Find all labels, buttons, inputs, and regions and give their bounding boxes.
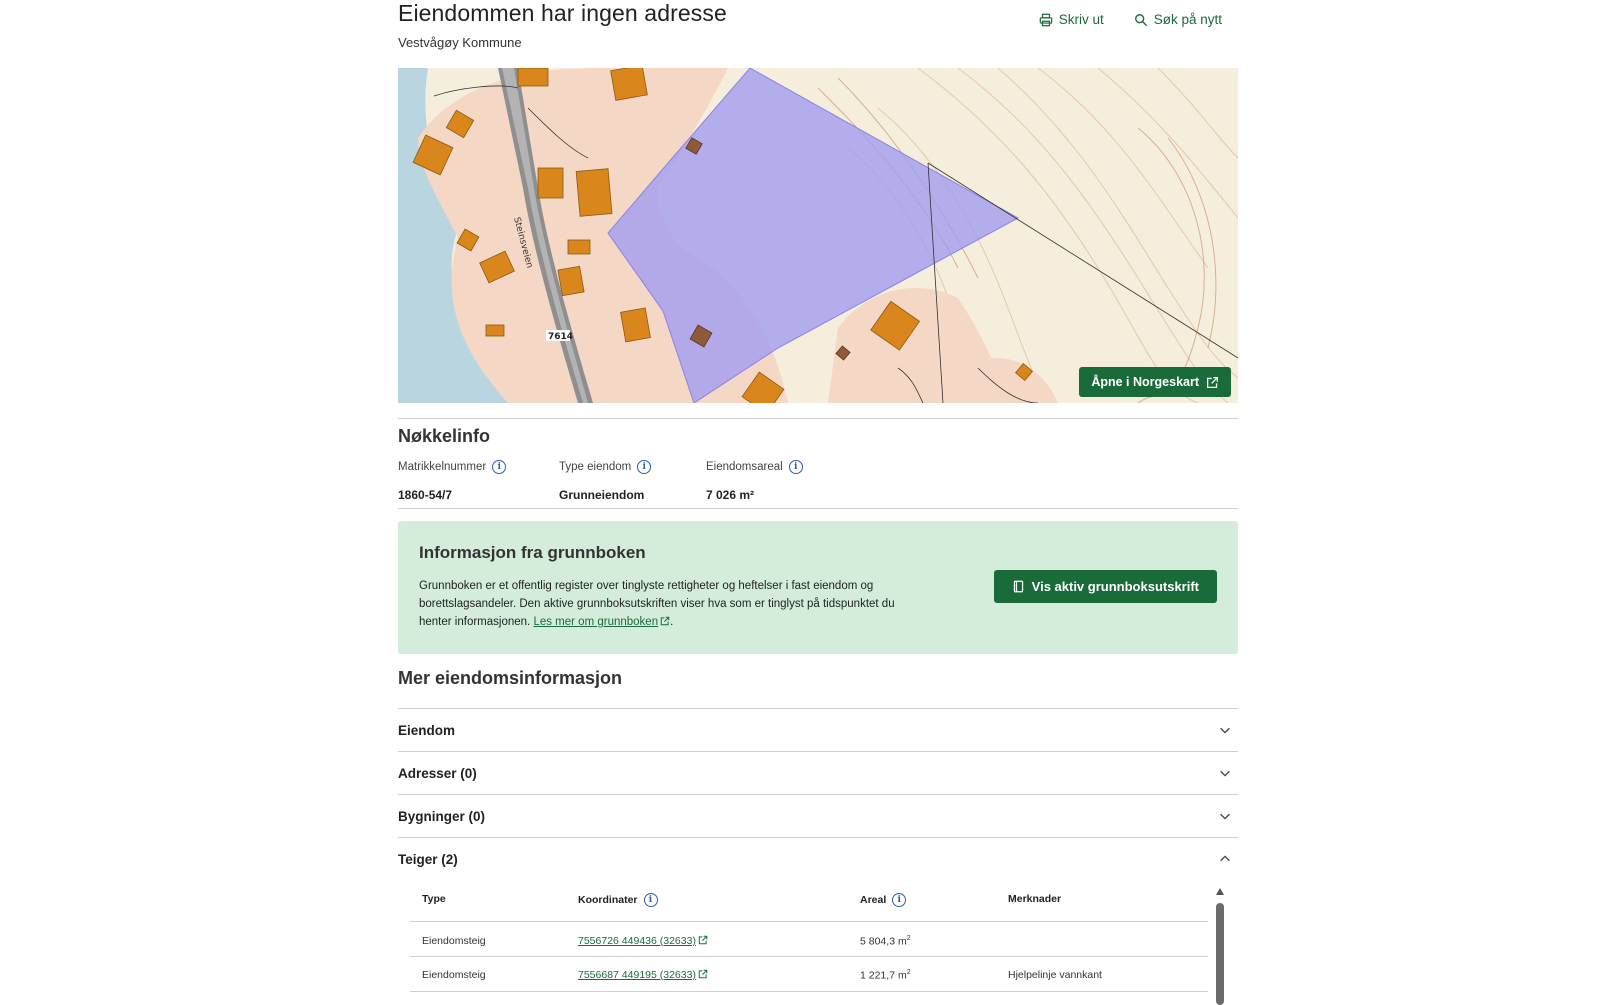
book-icon xyxy=(1013,580,1023,593)
key-info-areal: Eiendomsareal i 7 026 m² xyxy=(706,460,803,502)
info-icon[interactable]: i xyxy=(788,460,803,474)
key-info-title: Nøkkelinfo xyxy=(398,426,491,446)
accordion-label: Teiger (2) xyxy=(398,851,458,867)
coords-link[interactable]: 7556687 449195 (32633) xyxy=(578,969,696,981)
info-icon[interactable]: i xyxy=(643,893,658,907)
table-divider xyxy=(410,921,1208,922)
open-norgeskart-button[interactable]: Åpne i Norgeskart xyxy=(1079,367,1231,397)
grunnbok-description: Grunnboken er et offentlig register over… xyxy=(419,580,895,628)
search-again-button[interactable]: Søk på nytt xyxy=(1134,12,1222,27)
accordion-label: Adresser (0) xyxy=(398,765,477,781)
page-subtitle: Vestvågøy Kommune xyxy=(398,35,522,50)
column-header-type: Type xyxy=(422,893,446,905)
view-grunnbok-label: Vis aktiv grunnboksutskrift xyxy=(1031,579,1199,594)
cell-area: 5 804,3 m2 xyxy=(860,935,911,948)
more-info-title: Mer eiendomsinformasjon xyxy=(398,668,623,688)
info-icon[interactable]: i xyxy=(492,460,507,474)
printer-icon xyxy=(1039,13,1053,26)
scroll-up-arrow-icon[interactable] xyxy=(1216,888,1224,895)
key-label: Type eiendom xyxy=(559,461,632,473)
external-link-icon xyxy=(1206,376,1219,388)
divider xyxy=(398,418,1238,419)
header-actions: Skriv ut Søk på nytt xyxy=(1039,12,1222,27)
chevron-down-icon xyxy=(1220,770,1230,777)
accordion-label: Bygninger (0) xyxy=(398,808,486,824)
cell-type: Eiendomsteig xyxy=(422,969,486,981)
column-header-areal: Areal i xyxy=(860,893,907,907)
property-map[interactable]: Steinsveien 7614 Åpne i Norgeskart xyxy=(398,68,1238,403)
grunnbok-title: Informasjon fra grunnboken xyxy=(419,543,646,562)
view-grunnbok-button[interactable]: Vis aktiv grunnboksutskrift xyxy=(993,570,1217,603)
cell-coords: 7556726 449436 (32633) xyxy=(578,935,708,947)
accordion-teiger[interactable]: Teiger (2) xyxy=(398,837,1238,880)
accordion-adresser[interactable]: Adresser (0) xyxy=(398,751,1238,794)
external-link-icon xyxy=(698,969,708,979)
chevron-down-icon xyxy=(1220,813,1230,820)
column-header-koordinater: Koordinater i xyxy=(578,893,658,907)
print-label: Skriv ut xyxy=(1058,12,1104,27)
accordion-eiendom[interactable]: Eiendom xyxy=(398,708,1238,751)
search-icon xyxy=(1134,13,1147,26)
key-label: Matrikkelnummer xyxy=(398,461,487,473)
accordion-bygninger[interactable]: Bygninger (0) xyxy=(398,794,1238,837)
info-icon[interactable]: i xyxy=(892,893,907,907)
cell-coords: 7556687 449195 (32633) xyxy=(578,969,708,981)
key-info-type: Type eiendom i Grunneiendom xyxy=(559,460,652,502)
cell-note: Hjelpelinje vannkant xyxy=(1008,969,1102,981)
external-link-icon xyxy=(698,935,708,945)
scroll-thumb[interactable] xyxy=(1216,903,1224,1005)
key-value: 1860-54/7 xyxy=(398,488,453,502)
map-canvas[interactable]: Steinsveien 7614 xyxy=(398,68,1238,403)
key-value: 7 026 m² xyxy=(706,488,755,502)
coords-link[interactable]: 7556726 449436 (32633) xyxy=(578,935,696,947)
search-again-label: Søk på nytt xyxy=(1153,12,1222,27)
table-divider xyxy=(410,956,1208,957)
divider xyxy=(398,508,1238,509)
print-button[interactable]: Skriv ut xyxy=(1039,12,1104,27)
external-link-icon xyxy=(660,616,670,626)
table-scrollbar[interactable] xyxy=(1216,888,1224,1005)
read-more-grunnbok-link[interactable]: Les mer om grunnboken xyxy=(533,616,658,628)
cell-area: 1 221,7 m2 xyxy=(860,969,911,982)
key-label: Eiendomsareal xyxy=(706,461,783,473)
chevron-up-icon xyxy=(1220,855,1230,862)
info-icon[interactable]: i xyxy=(637,460,652,474)
key-info-matrikkelnummer: Matrikkelnummer i 1860-54/7 xyxy=(398,460,507,502)
cell-type: Eiendomsteig xyxy=(422,935,486,947)
column-header-merknader: Merknader xyxy=(1008,893,1062,905)
chevron-down-icon xyxy=(1220,727,1230,734)
road-number: 7614 xyxy=(548,332,573,342)
accordion-label: Eiendom xyxy=(398,722,456,738)
grunnbok-panel: Informasjon fra grunnboken Grunnboken er… xyxy=(398,521,1238,654)
page-title: Eiendommen har ingen adresse xyxy=(398,0,727,26)
key-value: Grunneiendom xyxy=(559,488,645,502)
table-divider xyxy=(410,991,1208,992)
open-norgeskart-label: Åpne i Norgeskart xyxy=(1091,375,1199,389)
